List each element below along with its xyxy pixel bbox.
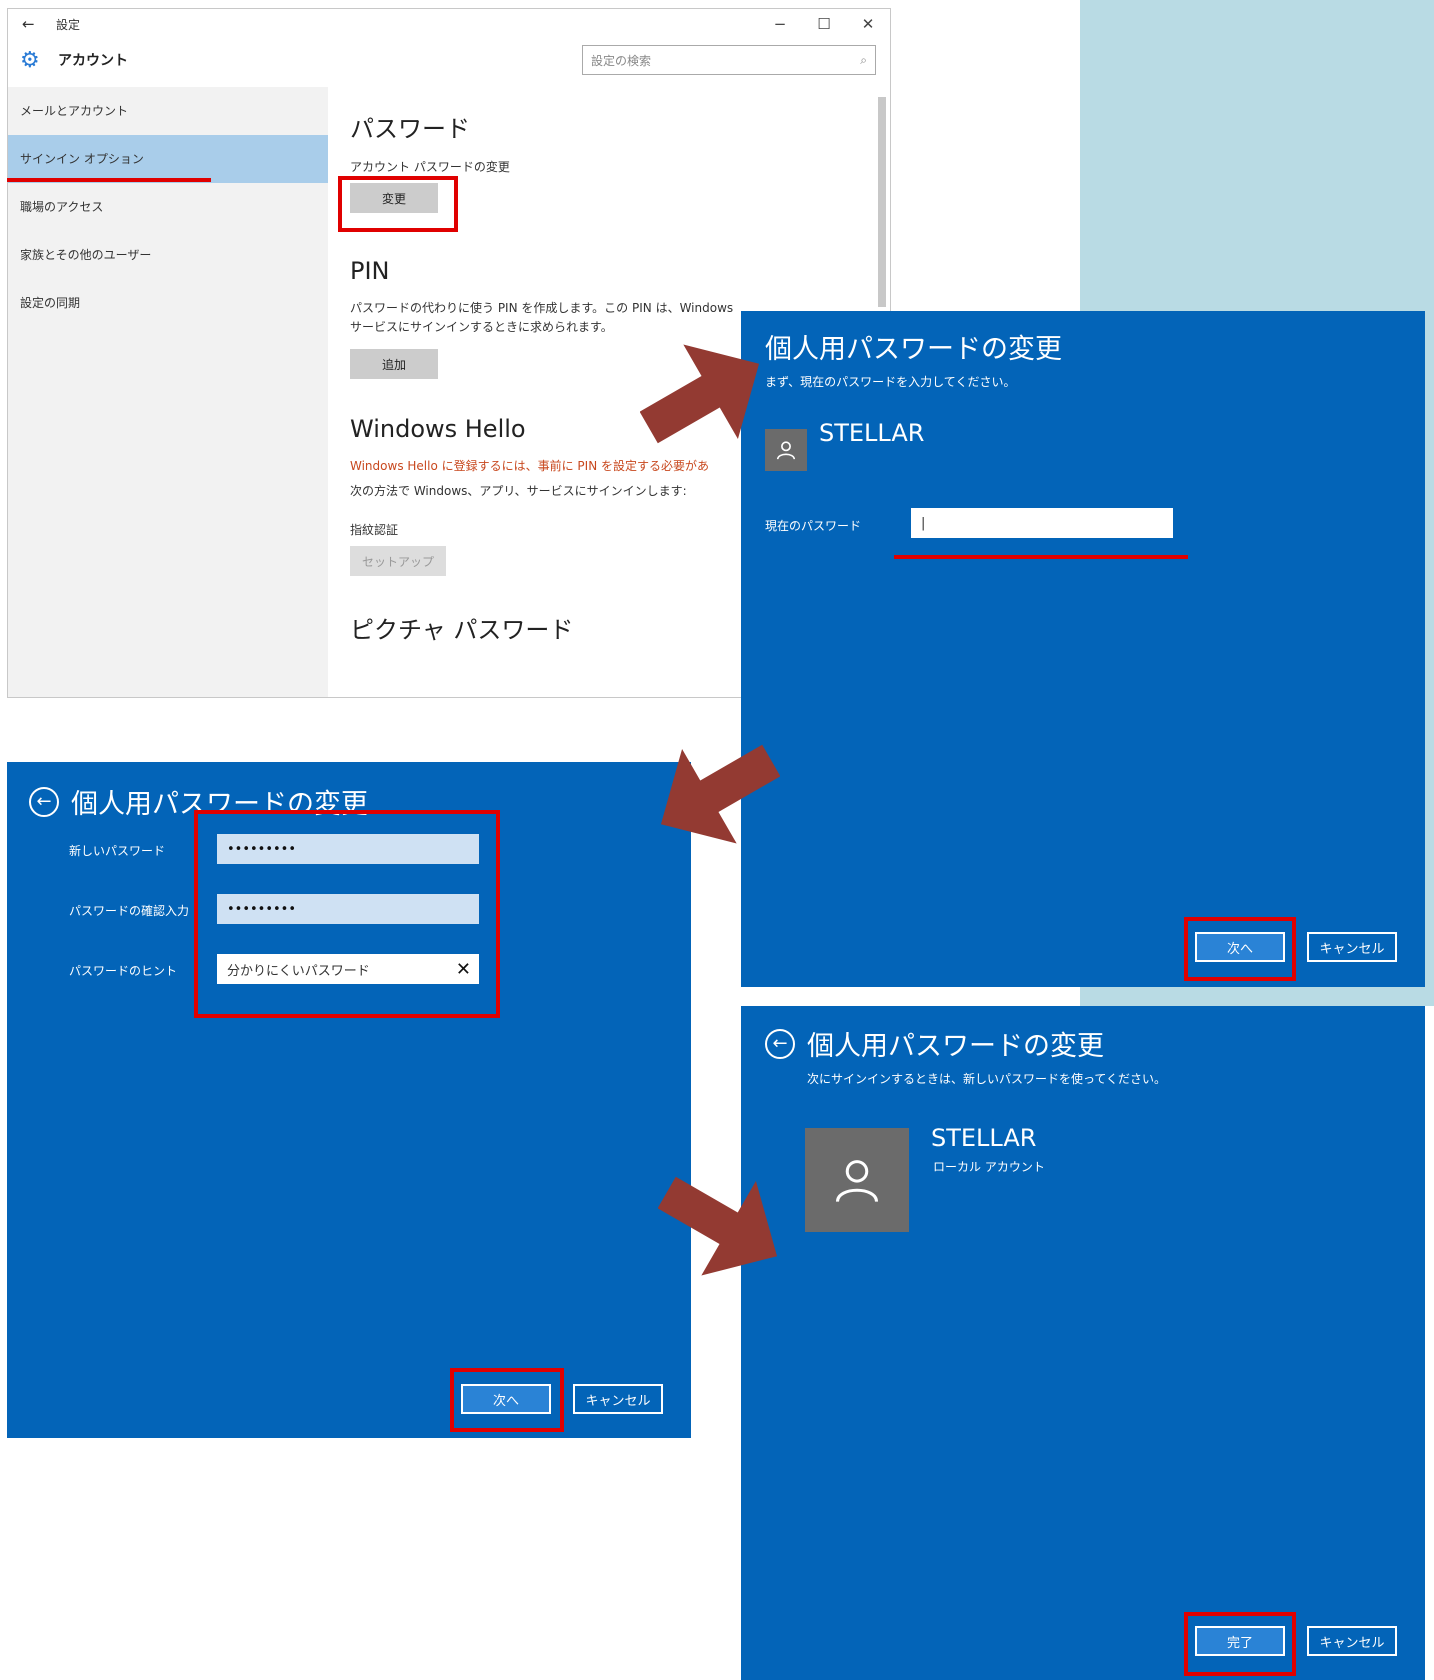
dialog-title: 個人用パスワードの変更: [807, 1031, 1104, 1062]
user-avatar-icon: [765, 429, 807, 471]
dialog-subtitle: 次にサインインするときは、新しいパスワードを使ってください。: [807, 1072, 1167, 1086]
user-name: STELLAR: [819, 419, 925, 447]
sidebar-item-work-access[interactable]: 職場のアクセス: [8, 183, 328, 231]
close-icon[interactable]: ✕: [846, 15, 890, 33]
flow-arrow-1-icon: [640, 344, 760, 444]
window-title: 設定: [56, 17, 81, 32]
change-password-dialog-step1: 個人用パスワードの変更 まず、現在のパスワードを入力してください。 STELLA…: [741, 311, 1425, 987]
dialog-subtitle: まず、現在のパスワードを入力してください。: [765, 375, 1016, 389]
annotation-underline-current-password: [894, 555, 1188, 559]
pin-heading: PIN: [350, 257, 390, 285]
change-password-dialog-step3: ← 個人用パスワードの変更 次にサインインするときは、新しいパスワードを使ってく…: [741, 1006, 1425, 1680]
search-input[interactable]: 設定の検索 ⌕: [582, 45, 876, 75]
password-description: アカウント パスワードの変更: [350, 160, 510, 174]
cancel-button[interactable]: キャンセル: [573, 1384, 663, 1414]
title-bar: ← 設定 − ☐ ✕: [8, 9, 890, 39]
sidebar-item-signin-options[interactable]: サインイン オプション: [8, 135, 328, 183]
back-arrow-icon[interactable]: ←: [22, 15, 56, 33]
user-avatar-icon: [805, 1128, 909, 1232]
password-hint-label: パスワードのヒント: [69, 964, 178, 978]
current-password-input[interactable]: |: [911, 508, 1173, 538]
annotation-box-change-button: [338, 176, 458, 232]
search-placeholder: 設定の検索: [591, 53, 652, 68]
flow-arrow-3-icon: [658, 1176, 778, 1276]
sidebar-item-family-users[interactable]: 家族とその他のユーザー: [8, 231, 328, 279]
gear-icon: ⚙: [20, 47, 40, 73]
annotation-box-finish-button: [1184, 1612, 1296, 1676]
search-icon[interactable]: ⌕: [860, 53, 867, 68]
back-circle-icon[interactable]: ←: [29, 786, 59, 817]
flow-arrow-2-icon: [660, 744, 780, 844]
minimize-icon[interactable]: −: [758, 15, 802, 33]
password-heading: パスワード: [350, 115, 470, 143]
annotation-underline-signin: [7, 178, 211, 182]
annotation-box-next-button-1: [1184, 917, 1296, 981]
setup-button[interactable]: セットアップ: [350, 546, 446, 576]
add-pin-button[interactable]: 追加: [350, 349, 438, 379]
cancel-button[interactable]: キャンセル: [1307, 932, 1397, 962]
sidebar-item-mail-accounts[interactable]: メールとアカウント: [8, 87, 328, 135]
sidebar-item-sync-settings[interactable]: 設定の同期: [8, 279, 328, 327]
dialog-title: 個人用パスワードの変更: [765, 334, 1062, 365]
annotation-box-next-button-2: [450, 1368, 564, 1432]
confirm-password-label: パスワードの確認入力: [69, 904, 190, 918]
app-header: ⚙ アカウント 設定の検索 ⌕: [8, 39, 890, 81]
cancel-button[interactable]: キャンセル: [1307, 1626, 1397, 1656]
current-password-label: 現在のパスワード: [765, 519, 862, 533]
user-name: STELLAR: [931, 1124, 1037, 1152]
dialog-title-row: ← 個人用パスワードの変更: [765, 1024, 1104, 1063]
back-circle-icon[interactable]: ←: [765, 1028, 795, 1059]
maximize-icon[interactable]: ☐: [802, 15, 846, 33]
account-type: ローカル アカウント: [933, 1160, 1045, 1174]
new-password-label: 新しいパスワード: [69, 844, 166, 858]
scrollbar[interactable]: [878, 97, 886, 307]
page-title: アカウント: [58, 53, 128, 69]
annotation-box-password-fields: [194, 810, 500, 1018]
